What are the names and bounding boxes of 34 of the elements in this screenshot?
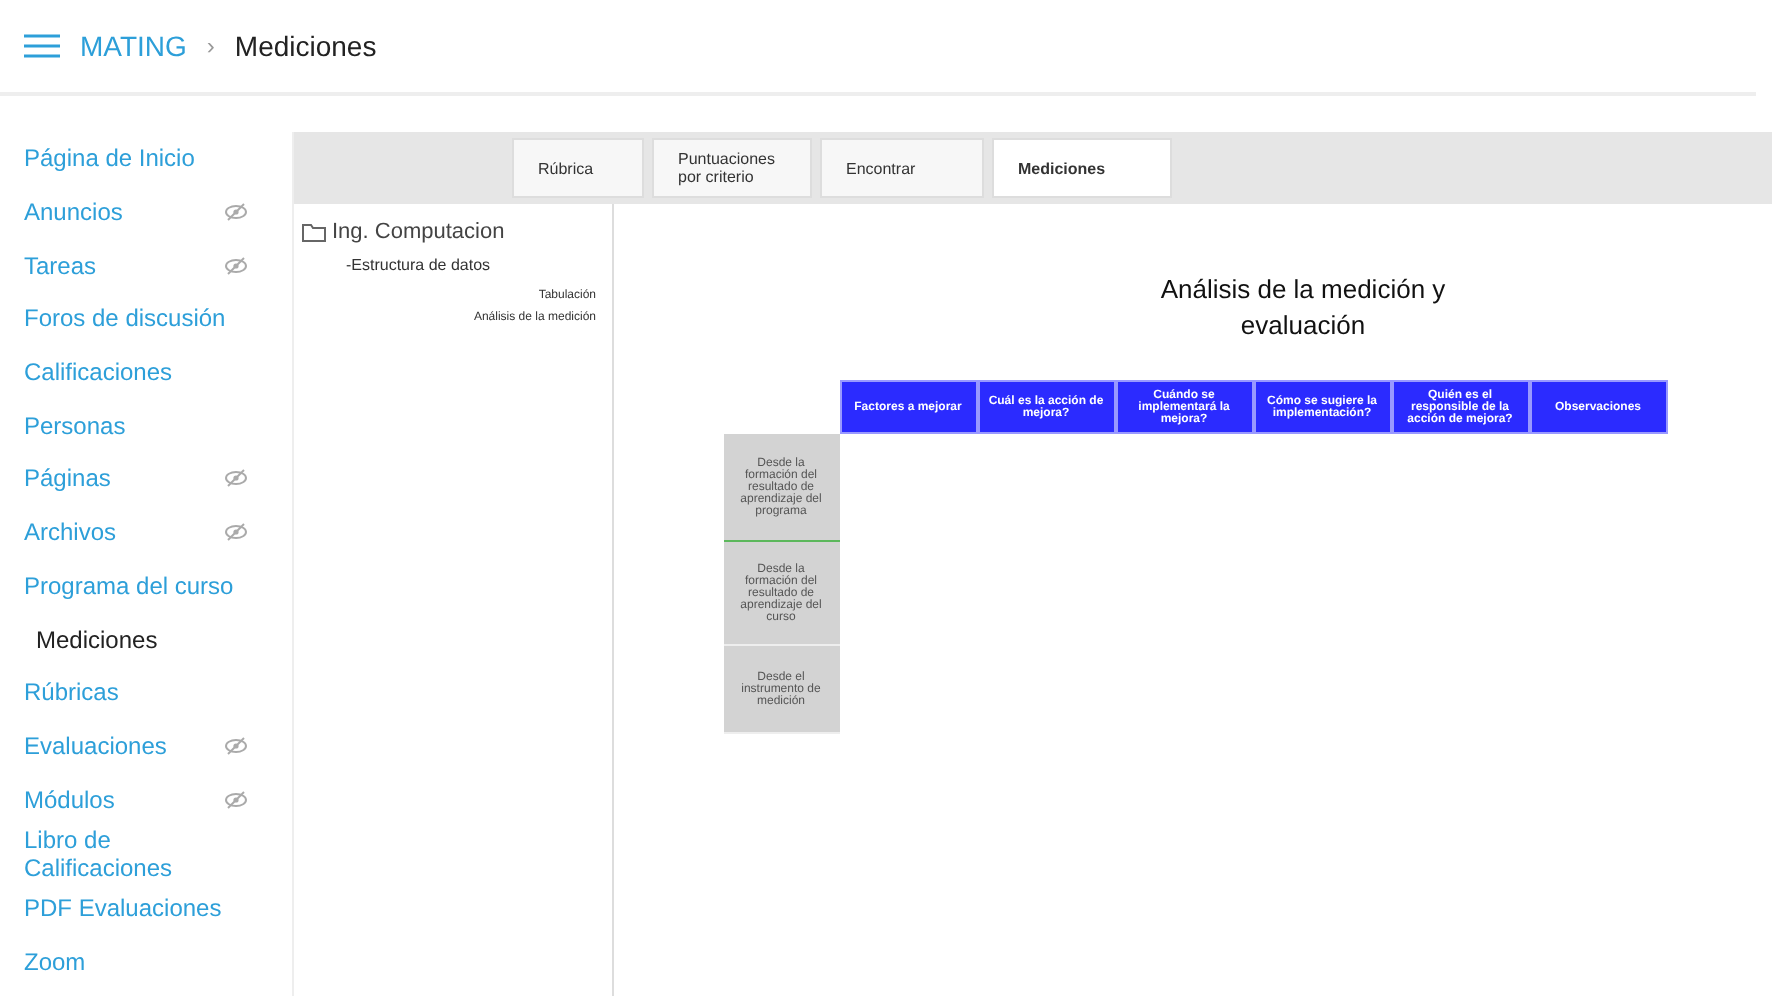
sidebar-item[interactable]: Módulos	[24, 785, 115, 814]
section-title: Análisis de la medición y evaluación	[1158, 272, 1448, 344]
course-link[interactable]: MATING	[80, 30, 187, 62]
sidebar-item[interactable]: Rúbricas	[24, 678, 119, 707]
menu-icon[interactable]	[24, 34, 60, 58]
sidebar-item[interactable]: Tareas	[24, 251, 97, 280]
hidden-eye-icon	[224, 202, 248, 223]
sidebar-item[interactable]: Páginas	[24, 464, 111, 493]
sidebar-item[interactable]: Zoom	[24, 947, 86, 976]
sidebar-item[interactable]: PDF Evaluaciones	[24, 894, 222, 923]
sidebar-item[interactable]: Mediciones	[24, 625, 158, 654]
hidden-eye-icon	[224, 255, 248, 276]
folder-icon	[302, 222, 326, 242]
hidden-eye-icon	[224, 522, 248, 543]
hidden-eye-icon	[224, 468, 248, 489]
tab[interactable]: Puntuaciones por criterio	[652, 138, 812, 198]
sidebar-item[interactable]: Archivos	[24, 518, 117, 547]
hidden-eye-icon	[224, 789, 248, 810]
breadcrumb-separator: ›	[206, 32, 215, 60]
sidebar-item[interactable]: Evaluaciones	[24, 731, 167, 760]
hidden-eye-icon	[224, 735, 248, 756]
sidebar-item[interactable]: Página de Inicio	[24, 144, 195, 173]
sidebar-item[interactable]: Foros de discusión	[24, 304, 226, 333]
sidebar-item[interactable]: Programa del curso	[24, 571, 234, 600]
sidebar-item[interactable]: Anuncios	[24, 198, 123, 227]
page-title: Mediciones	[234, 30, 377, 62]
sidebar-item[interactable]: Personas	[24, 411, 126, 440]
tab[interactable]: Mediciones	[992, 138, 1172, 198]
tree-item[interactable]: -Estructura de datos	[346, 256, 491, 274]
tab[interactable]: Encontrar	[820, 138, 984, 198]
sidebar-item[interactable]: Calificaciones	[24, 358, 173, 387]
tree-item[interactable]: Ing. Computacion	[332, 220, 505, 244]
sidebar-item[interactable]: Libro de Calificaciones	[24, 825, 248, 882]
tab[interactable]: Rúbrica	[512, 138, 644, 198]
